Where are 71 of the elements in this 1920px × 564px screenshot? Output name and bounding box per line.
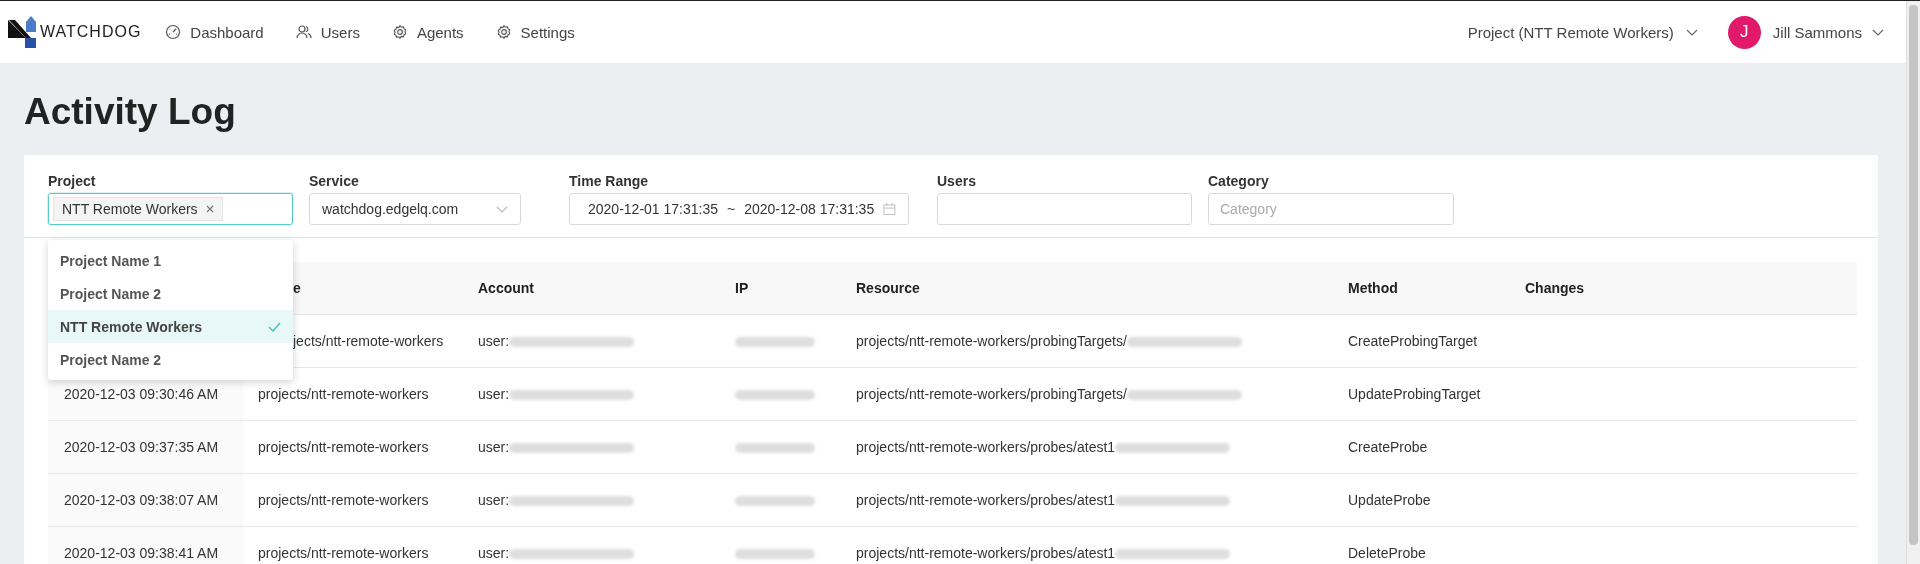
tag-label: NTT Remote Workers: [62, 201, 198, 217]
avatar: J: [1727, 15, 1761, 49]
check-icon: [268, 321, 281, 332]
range-start: 2020-12-01 17:31:35: [588, 201, 718, 217]
project-selector[interactable]: Project (NTT Remote Workers): [1467, 23, 1698, 41]
table-cell: projects/ntt-remote-workers/probingTargets/: [856, 333, 1127, 349]
dropdown-option[interactable]: Project Name 2: [48, 343, 293, 376]
table-cell: UpdateProbe: [1348, 492, 1431, 508]
service-select[interactable]: watchdog.edgelq.com: [309, 193, 521, 225]
table-cell: UpdateProbingTarget: [1348, 386, 1481, 402]
table-cell: projects/ntt-remote-workers: [258, 492, 429, 508]
user-menu[interactable]: J Jill Sammons: [1727, 15, 1884, 49]
logo-text: WATCHDOG: [40, 23, 142, 41]
input-field[interactable]: Category: [1208, 193, 1454, 225]
table-cell: CreateProbe: [1348, 439, 1428, 455]
nav-link[interactable]: Settings: [495, 23, 575, 41]
field-label: Category: [1208, 173, 1270, 189]
users-icon: [295, 24, 312, 40]
close-icon: [205, 205, 214, 213]
project-select-field[interactable]: NTT Remote Workers: [48, 193, 293, 225]
nav-link[interactable]: Agents: [391, 23, 464, 41]
table-cell: projects/ntt-remote-workers/probes/atest1: [856, 492, 1116, 508]
nav-link[interactable]: Users: [295, 23, 360, 41]
time-range-picker[interactable]: 2020-12-01 17:31:35 ~ 2020-12-08 17:31:35: [569, 193, 909, 225]
table-cell: 2020-12-03 09:30:46 AM: [64, 386, 219, 402]
gear-icon: [495, 24, 512, 40]
field-label: Service: [309, 173, 360, 189]
scrollbar-thumb[interactable]: [1909, 5, 1918, 545]
dropdown-option[interactable]: Project Name 2: [48, 277, 293, 310]
chevron-down-icon: [1685, 28, 1698, 36]
range-end: 2020-12-08 17:31:35: [744, 201, 875, 217]
field-label: Time Range: [569, 173, 650, 189]
gauge-icon: [165, 24, 182, 40]
table-cell: projects/ntt-remote-workers: [258, 439, 429, 455]
chevron-down-icon: [1872, 28, 1884, 36]
calendar-icon: [883, 202, 896, 216]
table-cell: user:: [478, 333, 510, 349]
table-cell: DeleteProbe: [1348, 545, 1426, 561]
table-cell: user:: [478, 439, 510, 455]
column-header: Resource: [856, 280, 920, 296]
logo-icon: [8, 16, 38, 48]
column-header: Changes: [1525, 280, 1585, 296]
column-header: e: [292, 280, 301, 296]
column-header: Account: [478, 280, 534, 296]
table-cell: projects/ntt-remote-workers: [258, 386, 429, 402]
select-value: watchdog.edgelq.com: [322, 201, 459, 217]
table-cell: CreateProbingTarget: [1348, 333, 1478, 349]
table-cell: projects/ntt-remote-workers: [258, 545, 429, 561]
input-field[interactable]: [937, 193, 1192, 225]
table-cell: projects/ntt-remote-workers/probes/atest1: [856, 545, 1116, 561]
gear-icon: [391, 24, 408, 40]
page-title: Activity Log: [24, 91, 237, 133]
table-cell: 2020-12-03 09:38:41 AM: [64, 545, 219, 561]
field-label: Project: [48, 173, 97, 189]
scrollbar[interactable]: [1906, 1, 1920, 564]
table-cell-text: jects/ntt-remote-workers: [292, 333, 444, 349]
column-header: IP: [735, 280, 749, 296]
table-cell: user:: [478, 492, 510, 508]
table-cell: user:: [478, 386, 510, 402]
table-cell: 2020-12-03 09:38:07 AM: [64, 492, 219, 508]
table-cell: 2020-12-03 09:37:35 AM: [64, 439, 219, 455]
nav-link[interactable]: Dashboard: [165, 23, 264, 41]
chevron-down-icon: [496, 205, 508, 213]
table-cell: user:: [478, 545, 510, 561]
field-label: Users: [937, 173, 977, 189]
column-header: Method: [1348, 280, 1398, 296]
table-cell: projects/ntt-remote-workers/probes/atest1: [856, 439, 1116, 455]
range-separator: ~: [727, 201, 736, 217]
table-cell: projects/ntt-remote-workers/probingTargets/: [856, 386, 1127, 402]
dropdown-option[interactable]: NTT Remote Workers: [48, 310, 293, 343]
dropdown-option[interactable]: Project Name 1: [48, 244, 293, 277]
